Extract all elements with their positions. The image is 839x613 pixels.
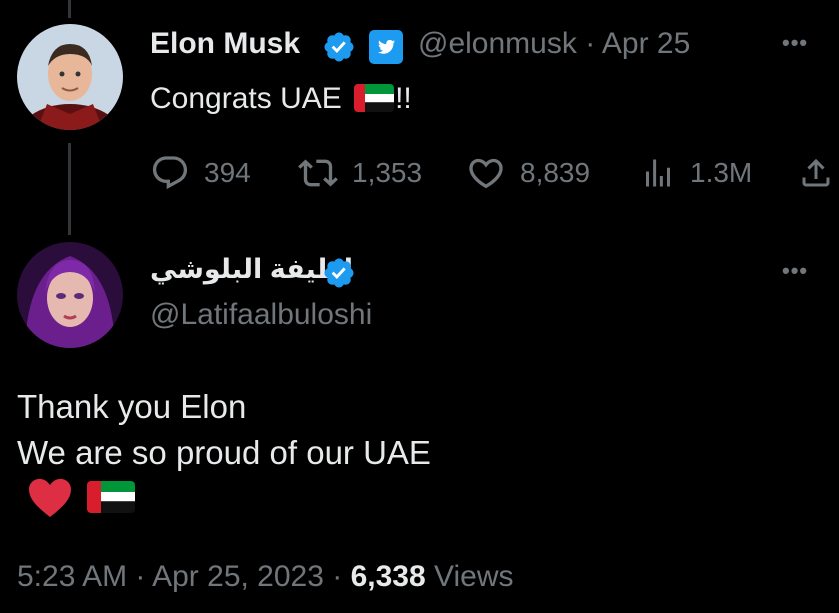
retweet-icon [298, 159, 338, 187]
tweet-meta: @elonmusk · Apr 25 [418, 27, 690, 61]
like-count: 8,839 [520, 157, 591, 188]
reply-views-count[interactable]: 6,338 [351, 560, 426, 593]
reply-date[interactable]: Apr 25, 2023 [152, 560, 324, 593]
avatar-elon[interactable] [17, 24, 123, 130]
reply-time[interactable]: 5:23 AM [17, 560, 127, 593]
twitter-bird-icon [369, 30, 403, 64]
verified-badge-icon [324, 32, 354, 62]
tweet-text-suffix: !! [395, 82, 412, 115]
like-button[interactable]: 8,839 [466, 150, 590, 196]
reply-button[interactable]: 394 [150, 150, 251, 196]
tweet-text-body: Congrats UAE [150, 82, 342, 115]
views-icon [646, 159, 670, 187]
more-options-button[interactable]: ••• [782, 30, 808, 56]
share-button[interactable] [798, 150, 834, 196]
tweet-date[interactable]: Apr 25 [602, 27, 690, 60]
reply-verified-badge-icon [324, 258, 354, 288]
tweet-text: Congrats UAE !! [150, 82, 412, 116]
reply-uae-flag-emoji [87, 481, 136, 513]
reply-count: 394 [204, 157, 251, 188]
reply-text-line2: We are so proud of our UAE [17, 434, 431, 471]
avatar-latifa[interactable] [17, 242, 123, 348]
reply-views-label: Views [434, 560, 514, 593]
thread-line [68, 143, 71, 235]
retweet-count: 1,353 [352, 157, 423, 188]
reply-icon [152, 156, 188, 190]
thread-line-top [68, 0, 71, 18]
author-name[interactable]: Elon Musk [150, 27, 300, 61]
reply-emoji-row [27, 476, 136, 518]
reply-author-handle[interactable]: @Latifaalbuloshi [150, 298, 372, 332]
reply-text-line1: Thank you Elon [17, 388, 247, 425]
footer-separator-2: · [332, 560, 343, 593]
retweet-button[interactable]: 1,353 [298, 150, 422, 196]
author-handle[interactable]: @elonmusk [418, 27, 577, 60]
uae-flag-emoji [354, 84, 395, 113]
tweet-actions: 394 1,353 8,839 1.3M [150, 150, 839, 196]
views-count: 1.3M [690, 157, 753, 188]
views-button[interactable]: 1.3M [640, 150, 752, 196]
share-icon [802, 158, 830, 187]
reply-more-options-button[interactable]: ••• [782, 258, 808, 284]
footer-separator-1: · [135, 560, 146, 593]
meta-separator: · [585, 27, 596, 60]
like-icon [469, 158, 503, 189]
heart-emoji [29, 478, 71, 518]
reply-footer: 5:23 AM · Apr 25, 2023 · 6,338 Views [17, 560, 514, 594]
